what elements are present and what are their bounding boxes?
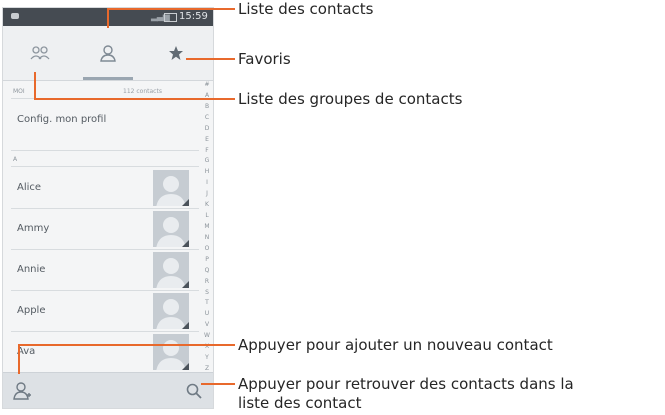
contact-name: Ammy (17, 223, 50, 234)
index-letter[interactable]: Q (205, 267, 210, 274)
avatar[interactable] (153, 252, 189, 288)
callout-groups-list: Liste des groupes de contacts (238, 90, 463, 108)
contact-row[interactable]: Annie (3, 250, 199, 290)
add-contact-button[interactable] (9, 379, 35, 403)
callout-contacts-list: Liste des contacts (238, 0, 374, 18)
active-tab-indicator (83, 77, 133, 80)
index-letter[interactable]: T (205, 300, 209, 306)
contacts-count: 112 contacts (123, 88, 162, 95)
battery-icon (164, 13, 177, 22)
star-icon (169, 46, 183, 60)
index-letter[interactable]: I (206, 180, 208, 186)
avatar-corner (182, 240, 189, 247)
avatar-corner (182, 199, 189, 206)
callout-add-contact: Appuyer pour ajouter un nouveau contact (238, 336, 553, 354)
contact-name: Annie (17, 264, 46, 275)
callout-line (107, 8, 109, 28)
status-time: 15:59 (179, 11, 208, 22)
divider (11, 166, 199, 167)
index-letter[interactable]: G (205, 158, 210, 164)
callout-search-line1: Appuyer pour retrouver des contacts dans… (238, 375, 574, 393)
index-letter[interactable]: N (205, 234, 210, 241)
index-letter[interactable]: S (205, 289, 209, 296)
contact-row[interactable]: Ammy (3, 209, 199, 249)
callout-line (34, 98, 235, 100)
index-letter[interactable]: Y (205, 355, 209, 361)
avatar[interactable] (153, 293, 189, 329)
index-letter[interactable]: K (205, 202, 209, 208)
tab-groups[interactable] (7, 26, 73, 80)
phone-screen: ▂▃▅ 15:59 MOI 112 contacts Config. mon p… (3, 8, 213, 408)
person-icon (100, 45, 116, 62)
me-section-header: MOI (13, 88, 25, 95)
bottom-action-bar (3, 372, 213, 408)
alphabet-index[interactable]: # A B C D E F G H I J K L M N O P Q R S T U V W X Y Z (201, 82, 213, 372)
add-person-icon (13, 382, 31, 400)
callout-line (201, 383, 235, 385)
index-letter[interactable]: # (204, 82, 209, 88)
contact-row[interactable]: Alice (3, 168, 199, 208)
section-header-a: A (13, 156, 18, 163)
contact-row[interactable]: Apple (3, 291, 199, 331)
index-letter[interactable]: U (205, 311, 209, 317)
index-letter[interactable]: M (204, 223, 209, 230)
callout-line (34, 72, 36, 100)
callout-favorites: Favoris (238, 50, 291, 68)
index-letter[interactable]: H (205, 169, 210, 175)
callout-line (18, 344, 235, 346)
avatar[interactable] (153, 170, 189, 206)
index-letter[interactable]: V (205, 322, 209, 328)
setup-profile-item[interactable]: Config. mon profil (17, 114, 106, 125)
index-letter[interactable]: E (205, 136, 209, 143)
notification-icon (11, 13, 19, 19)
contact-row[interactable]: Ava (3, 332, 199, 372)
contact-name: Alice (17, 182, 42, 193)
avatar-corner (182, 281, 189, 288)
avatar[interactable] (153, 211, 189, 247)
index-letter[interactable]: W (204, 333, 210, 339)
index-letter[interactable]: L (205, 213, 208, 219)
callout-search-line2: liste des contact (238, 394, 362, 412)
avatar-corner (182, 363, 189, 370)
avatar-corner (182, 322, 189, 329)
index-letter[interactable]: P (205, 256, 209, 263)
index-letter[interactable]: D (205, 125, 210, 132)
avatar[interactable] (153, 334, 189, 370)
index-letter[interactable]: O (205, 245, 210, 252)
index-letter[interactable]: F (205, 147, 208, 154)
divider (11, 150, 199, 151)
callout-line (186, 58, 235, 60)
index-letter[interactable]: C (205, 114, 209, 121)
tab-contacts[interactable] (75, 26, 141, 80)
group-icon (30, 46, 50, 60)
index-letter[interactable]: R (205, 278, 209, 285)
contact-name: Apple (17, 305, 46, 316)
callout-line (107, 8, 235, 10)
index-letter[interactable]: B (205, 103, 209, 110)
callout-line (18, 344, 20, 374)
tab-favorites[interactable] (143, 26, 209, 80)
index-letter[interactable]: J (206, 191, 208, 197)
